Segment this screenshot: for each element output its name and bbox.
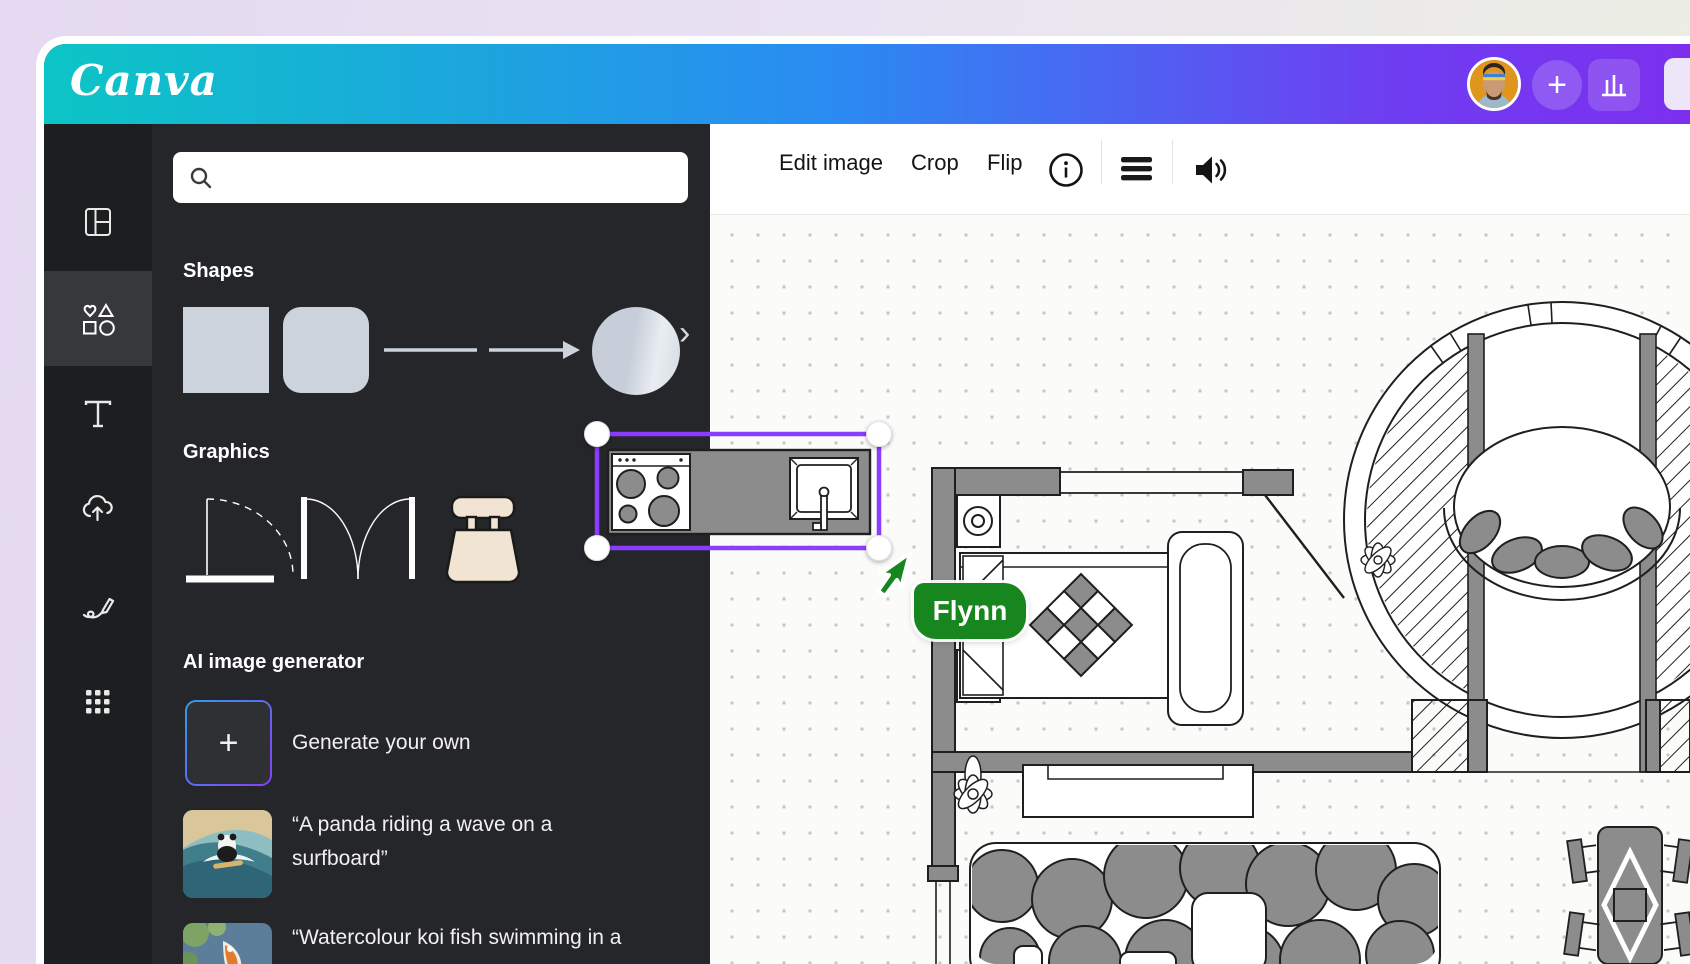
arrow-shape-icon bbox=[487, 338, 582, 362]
share-button-cut[interactable] bbox=[1664, 58, 1690, 110]
collaborator-name: Flynn bbox=[933, 595, 1008, 627]
graphics-section-title: Graphics bbox=[183, 441, 270, 464]
canva-app: Canva + bbox=[44, 44, 1690, 964]
shapes-section-title: Shapes bbox=[183, 260, 254, 283]
canva-logo[interactable]: Canva bbox=[70, 56, 218, 105]
search-icon bbox=[189, 166, 213, 190]
graphic-chair[interactable] bbox=[441, 495, 525, 587]
prompt-panda[interactable]: “A panda riding a wave on a surfboard” bbox=[292, 808, 652, 876]
avatar[interactable] bbox=[1467, 57, 1521, 111]
prompt-koi[interactable]: “Watercolour koi fish swimming in a bbox=[292, 921, 652, 955]
apps-icon bbox=[81, 685, 115, 719]
context-toolbar: Edit image Crop Flip bbox=[710, 124, 1690, 215]
chevron-right-icon[interactable]: › bbox=[679, 314, 690, 353]
insights-button[interactable] bbox=[1588, 59, 1640, 111]
generate-your-own-label[interactable]: Generate your own bbox=[292, 731, 471, 755]
koi-image bbox=[183, 923, 272, 964]
plus-icon: + bbox=[1547, 66, 1567, 105]
flip-button[interactable]: Flip bbox=[987, 150, 1022, 176]
avatar-image bbox=[1470, 60, 1518, 108]
info-icon[interactable] bbox=[1048, 152, 1084, 188]
line-shape-icon bbox=[382, 346, 481, 354]
generate-your-own-button[interactable]: + bbox=[185, 700, 272, 786]
elements-icon bbox=[79, 301, 117, 337]
text-icon bbox=[80, 396, 116, 432]
design-canvas[interactable] bbox=[710, 215, 1690, 964]
menu-icon[interactable] bbox=[1121, 157, 1153, 181]
toolbar-divider bbox=[1172, 140, 1173, 184]
shape-square[interactable] bbox=[183, 307, 269, 393]
volume-icon[interactable] bbox=[1194, 154, 1228, 186]
sidebar-item-text[interactable] bbox=[44, 366, 152, 461]
search-input[interactable] bbox=[223, 165, 688, 190]
sidebar-item-apps[interactable] bbox=[44, 654, 152, 749]
design-icon bbox=[80, 204, 116, 240]
graphic-door-swing[interactable] bbox=[184, 495, 296, 587]
shape-rounded-square[interactable] bbox=[283, 307, 369, 393]
draw-icon bbox=[79, 586, 117, 622]
sidebar-item-elements[interactable] bbox=[44, 271, 152, 366]
prompt-thumbnail-koi[interactable] bbox=[183, 923, 272, 964]
shape-line[interactable] bbox=[382, 307, 481, 393]
search-bar[interactable] bbox=[173, 152, 688, 203]
panda-image bbox=[183, 810, 272, 898]
elements-panel: Shapes › Graphics bbox=[152, 124, 710, 964]
uploads-icon bbox=[79, 490, 117, 526]
sidebar-rail bbox=[44, 124, 152, 964]
sidebar-item-uploads[interactable] bbox=[44, 460, 152, 555]
ai-section-title: AI image generator bbox=[183, 651, 364, 674]
app-header: Canva + bbox=[44, 44, 1690, 124]
graphic-double-door[interactable] bbox=[300, 495, 416, 583]
plus-icon: + bbox=[219, 724, 239, 763]
toolbar-divider bbox=[1101, 140, 1102, 184]
prompt-thumbnail-panda[interactable] bbox=[183, 810, 272, 898]
insights-icon bbox=[1600, 72, 1628, 98]
editor-main: Edit image Crop Flip bbox=[710, 124, 1690, 964]
sidebar-item-draw[interactable] bbox=[44, 556, 152, 651]
edit-image-button[interactable]: Edit image bbox=[779, 150, 883, 176]
add-design-button[interactable]: + bbox=[1532, 60, 1582, 110]
screen: Canva + bbox=[0, 0, 1690, 964]
crop-button[interactable]: Crop bbox=[911, 150, 959, 176]
shape-arrow[interactable] bbox=[487, 307, 582, 393]
collaborator-label: Flynn bbox=[914, 583, 1026, 639]
sidebar-item-design[interactable] bbox=[44, 174, 152, 269]
shape-circle[interactable] bbox=[592, 307, 680, 395]
